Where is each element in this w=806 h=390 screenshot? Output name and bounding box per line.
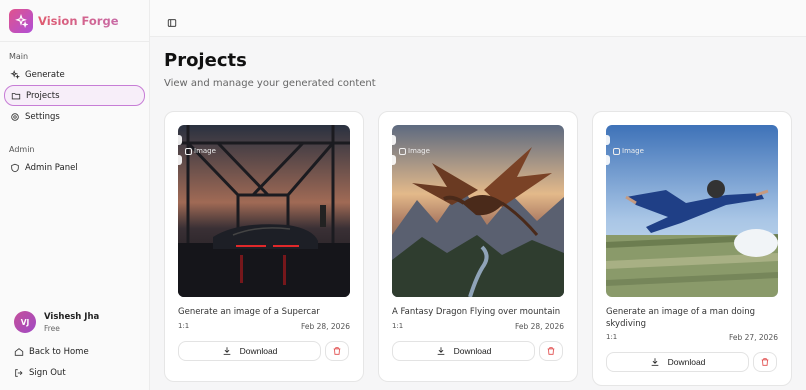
sidebar-item-generate[interactable]: Generate bbox=[4, 64, 145, 85]
project-date: Feb 28, 2026 bbox=[300, 322, 350, 331]
home-icon bbox=[14, 347, 24, 357]
bottom-link-label: Back to Home bbox=[29, 347, 89, 357]
back-to-home-link[interactable]: Back to Home bbox=[14, 347, 89, 357]
shield-icon bbox=[10, 163, 20, 173]
download-button[interactable]: Download bbox=[178, 341, 321, 361]
project-card: Image Generate an image of a man doing s… bbox=[592, 111, 792, 386]
image-type-icon bbox=[613, 147, 620, 155]
page-subtitle: View and manage your generated content bbox=[164, 78, 376, 89]
image-handle bbox=[392, 155, 396, 165]
project-title: A Fantasy Dragon Flying over mountain bbox=[392, 307, 561, 317]
section-label-admin: Admin bbox=[9, 145, 35, 154]
image-handle bbox=[392, 135, 396, 145]
delete-button[interactable] bbox=[325, 341, 349, 361]
download-button[interactable]: Download bbox=[606, 352, 749, 372]
image-handle bbox=[178, 155, 182, 165]
project-date: Feb 28, 2026 bbox=[514, 322, 564, 331]
trash-icon bbox=[546, 344, 556, 359]
brand-name: Vision Forge bbox=[38, 13, 119, 28]
sidebar-toggle-icon[interactable] bbox=[167, 13, 177, 27]
topbar bbox=[150, 0, 806, 37]
image-type-icon bbox=[185, 147, 192, 155]
delete-button[interactable] bbox=[539, 341, 563, 361]
sidebar-item-label: Admin Panel bbox=[25, 162, 78, 173]
trash-icon bbox=[760, 355, 770, 370]
image-type-badge: Image bbox=[613, 147, 644, 155]
project-image-skydiving[interactable]: Image bbox=[606, 125, 778, 297]
sidebar-item-admin-panel[interactable]: Admin Panel bbox=[4, 157, 145, 178]
image-type-badge: Image bbox=[185, 147, 216, 155]
download-icon bbox=[436, 346, 446, 356]
user-plan: Free bbox=[44, 323, 60, 333]
avatar: VJ bbox=[14, 311, 36, 333]
logout-icon bbox=[14, 368, 24, 378]
section-label-main: Main bbox=[9, 52, 29, 61]
brand[interactable]: Vision Forge bbox=[0, 0, 149, 42]
folder-icon bbox=[11, 91, 21, 101]
project-ratio: 1:1 bbox=[178, 322, 190, 330]
sidebar-item-label: Projects bbox=[26, 90, 60, 101]
gear-icon bbox=[10, 112, 20, 122]
project-image-dragon[interactable]: Image bbox=[392, 125, 564, 297]
bottom-link-label: Sign Out bbox=[29, 368, 66, 378]
image-type-icon bbox=[399, 147, 406, 155]
image-type-badge: Image bbox=[399, 147, 430, 155]
sparkle-logo-icon bbox=[9, 8, 33, 33]
image-handle bbox=[178, 135, 182, 145]
project-title: Generate an image of a Supercar bbox=[178, 307, 320, 317]
project-ratio: 1:1 bbox=[606, 333, 618, 341]
sidebar-item-projects[interactable]: Projects bbox=[4, 85, 145, 106]
project-date: Feb 27, 2026 bbox=[728, 333, 778, 342]
image-handle bbox=[606, 155, 610, 165]
download-icon bbox=[650, 357, 660, 367]
sidebar-item-label: Settings bbox=[25, 111, 60, 122]
project-ratio: 1:1 bbox=[392, 322, 404, 330]
page-title: Projects bbox=[164, 50, 247, 71]
sidebar-item-settings[interactable]: Settings bbox=[4, 106, 145, 127]
user-profile[interactable]: VJ Vishesh Jha Free bbox=[14, 311, 99, 333]
project-title: Generate an image of a man doing skydivi… bbox=[606, 307, 755, 329]
project-image-supercar[interactable]: Image bbox=[178, 125, 350, 297]
delete-button[interactable] bbox=[753, 352, 777, 372]
download-icon bbox=[222, 346, 232, 356]
user-name: Vishesh Jha bbox=[44, 311, 100, 322]
sidebar-item-label: Generate bbox=[25, 69, 65, 80]
sign-out-link[interactable]: Sign Out bbox=[14, 368, 66, 378]
project-card: Image Generate an image of a Supercar 1:… bbox=[164, 111, 364, 382]
sidebar: Vision Forge Main Generate Projects Sett… bbox=[0, 0, 150, 390]
project-card: Image A Fantasy Dragon Flying over mount… bbox=[378, 111, 578, 382]
trash-icon bbox=[332, 344, 342, 359]
download-button[interactable]: Download bbox=[392, 341, 535, 361]
image-handle bbox=[606, 135, 610, 145]
sparkles-icon bbox=[10, 69, 20, 80]
